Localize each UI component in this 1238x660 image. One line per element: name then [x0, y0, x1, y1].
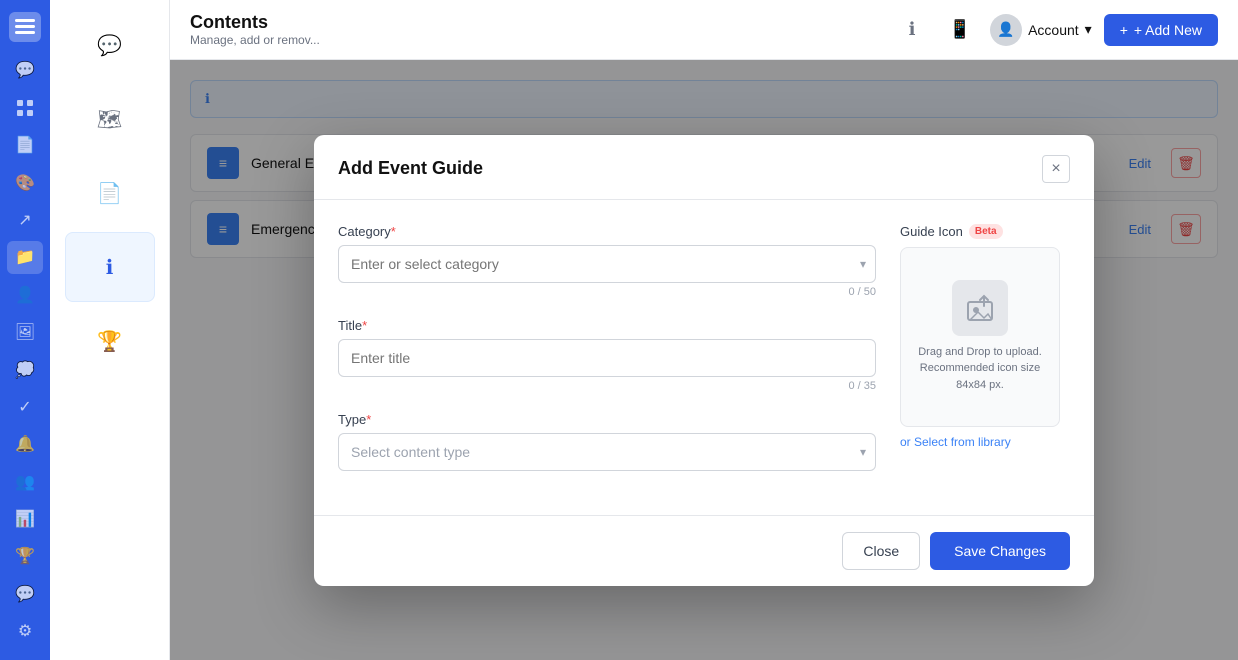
info-button[interactable]: ℹ	[894, 12, 930, 48]
upload-icon	[952, 280, 1008, 336]
nav-icon-palette[interactable]: 🎨	[7, 166, 43, 199]
nav-icon-chat[interactable]: 💬	[7, 54, 43, 87]
modal-header: Add Event Guide ×	[314, 135, 1094, 200]
sidebar-item-map[interactable]: 🗺	[65, 84, 155, 154]
main-content: Contents Manage, add or remov... ℹ 📱 👤 A…	[170, 0, 1238, 660]
sidebar-item-trophy[interactable]: 🏆	[65, 306, 155, 376]
title-char-count: 0 / 35	[338, 380, 876, 392]
modal-form: Category* ▾ 0 / 50 Title*	[338, 224, 876, 491]
sidebar-item-chat[interactable]: 💬	[65, 10, 155, 80]
nav-icon-gear[interactable]: ⚙	[7, 615, 43, 648]
required-marker: *	[366, 412, 371, 427]
type-label: Type*	[338, 412, 876, 427]
plus-icon: +	[1120, 22, 1128, 38]
library-link[interactable]: or Select from library	[900, 435, 1070, 449]
chevron-down-icon: ▾	[860, 257, 866, 271]
beta-badge: Beta	[969, 224, 1003, 239]
page-subtitle: Manage, add or remov...	[190, 33, 320, 47]
top-bar-left: Contents Manage, add or remov...	[190, 12, 320, 47]
nav-icon-trophy[interactable]: 🏆	[7, 540, 43, 573]
category-group: Category* ▾ 0 / 50	[338, 224, 876, 298]
nav-icon-speech[interactable]: 💬	[7, 577, 43, 610]
category-char-count: 0 / 50	[338, 286, 876, 298]
top-bar: Contents Manage, add or remov... ℹ 📱 👤 A…	[170, 0, 1238, 60]
nav-icon-doc[interactable]: 📄	[7, 128, 43, 161]
avatar: 👤	[990, 14, 1022, 46]
account-menu[interactable]: 👤 Account ▾	[990, 14, 1092, 46]
close-button[interactable]: Close	[842, 532, 920, 570]
upload-text: Drag and Drop to upload. Recommended ico…	[913, 344, 1047, 394]
category-label: Category*	[338, 224, 876, 239]
required-marker: *	[362, 318, 367, 333]
required-marker: *	[391, 224, 396, 239]
app-logo[interactable]	[9, 12, 41, 42]
trophy-icon: 🏆	[97, 329, 122, 354]
sidebar-narrow: 💬 📄 🎨 ↗ 📁 👤 🖼 💭 ✓ 🔔 👥 📊 🏆 💬 ⚙	[0, 0, 50, 660]
icon-upload-box[interactable]: Drag and Drop to upload. Recommended ico…	[900, 247, 1060, 427]
title-label: Title*	[338, 318, 876, 333]
chat-icon: 💬	[97, 33, 122, 58]
account-label: Account	[1028, 22, 1079, 38]
nav-icon-chart[interactable]: 📊	[7, 502, 43, 535]
modal-overlay: Add Event Guide × Category* ▾	[170, 60, 1238, 660]
guide-icon-label: Guide Icon Beta	[900, 224, 1070, 239]
title-input-wrapper	[338, 339, 876, 377]
type-select[interactable]: Select content type Text Video Link	[338, 433, 876, 471]
sidebar-second: 💬 🗺 📄 ℹ 🏆	[50, 0, 170, 660]
nav-icon-group[interactable]: 👥	[7, 465, 43, 498]
save-changes-button[interactable]: Save Changes	[930, 532, 1070, 570]
nav-icon-check[interactable]: ✓	[7, 390, 43, 423]
sidebar-item-info[interactable]: ℹ	[65, 232, 155, 302]
category-input-wrapper: ▾	[338, 245, 876, 283]
modal-body: Category* ▾ 0 / 50 Title*	[314, 200, 1094, 515]
chevron-down-icon: ▾	[1085, 21, 1092, 38]
modal-footer: Close Save Changes	[314, 515, 1094, 586]
title-input[interactable]	[338, 339, 876, 377]
top-bar-right: ℹ 📱 👤 Account ▾ + + Add New	[894, 12, 1218, 48]
nav-icon-image[interactable]: 🖼	[7, 315, 43, 348]
type-select-wrapper: Select content type Text Video Link ▾	[338, 433, 876, 471]
title-group: Title* 0 / 35	[338, 318, 876, 392]
nav-icon-share[interactable]: ↗	[7, 203, 43, 236]
mobile-preview-button[interactable]: 📱	[942, 12, 978, 48]
nav-icon-message[interactable]: 💭	[7, 353, 43, 386]
modal-title: Add Event Guide	[338, 158, 483, 179]
sidebar-item-page[interactable]: 📄	[65, 158, 155, 228]
info-icon: ℹ	[106, 255, 114, 280]
nav-icon-bell[interactable]: 🔔	[7, 428, 43, 461]
nav-icon-folder[interactable]: 📁	[7, 241, 43, 274]
category-input[interactable]	[338, 245, 876, 283]
add-new-button[interactable]: + + Add New	[1104, 14, 1218, 46]
modal: Add Event Guide × Category* ▾	[314, 135, 1094, 586]
nav-icon-user[interactable]: 👤	[7, 278, 43, 311]
page-title: Contents	[190, 12, 320, 33]
modal-close-button[interactable]: ×	[1042, 155, 1070, 183]
page-icon: 📄	[97, 181, 122, 206]
content-area: ℹ ≡ General Event FAQs Text Edit 🗑 ≡ Eme…	[170, 60, 1238, 660]
map-icon: 🗺	[97, 107, 122, 132]
nav-icon-grid[interactable]	[7, 91, 43, 124]
type-group: Type* Select content type Text Video Lin…	[338, 412, 876, 471]
guide-icon-section: Guide Icon Beta	[900, 224, 1070, 491]
